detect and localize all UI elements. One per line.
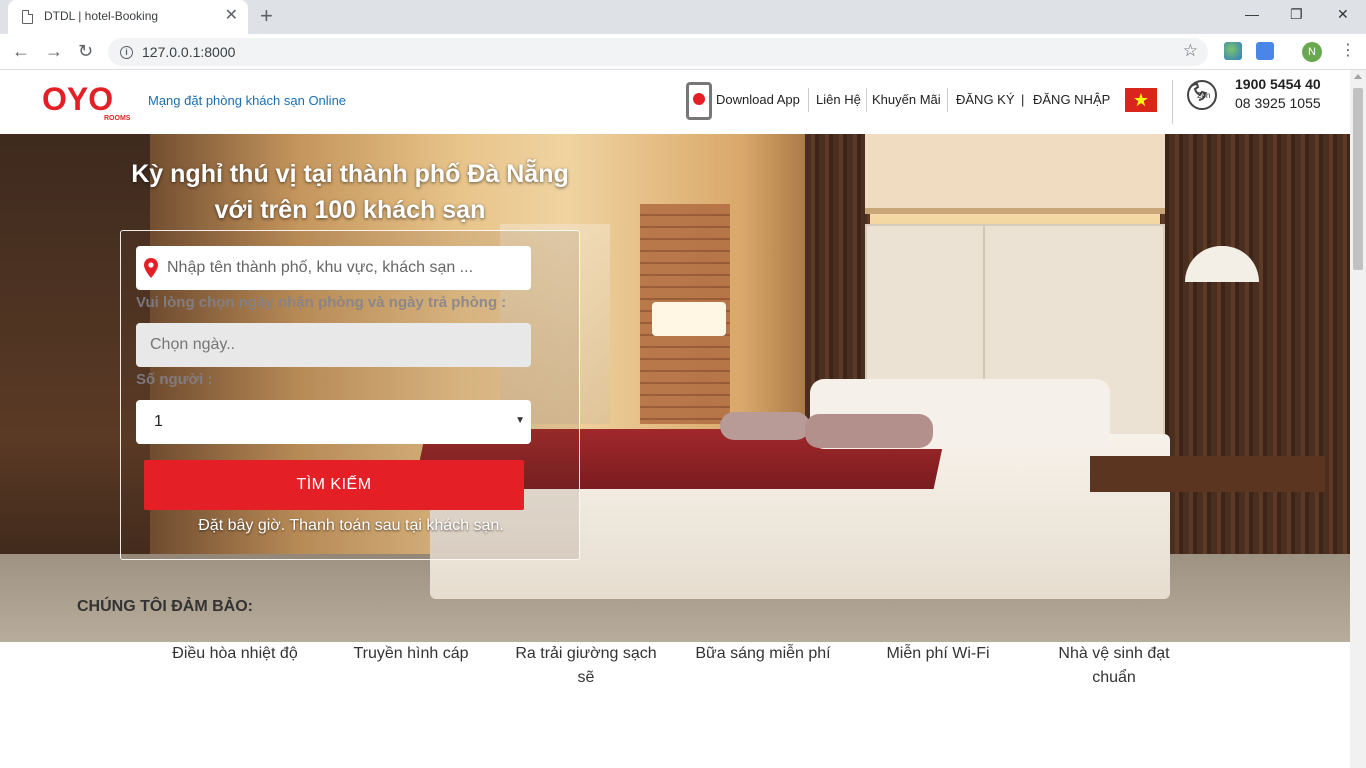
search-button[interactable]: TÌM KIẾM	[144, 460, 524, 510]
hotline-24h-icon: 24h	[1187, 80, 1217, 110]
restore-icon[interactable]: ❐	[1290, 6, 1303, 23]
page-icon	[22, 10, 33, 24]
oyo-logo[interactable]: OYO ROOMS	[42, 80, 138, 122]
hotline-secondary: 08 3925 1055	[1235, 95, 1321, 111]
guarantee-title: CHÚNG TÔI ĐẢM BẢO:	[77, 598, 253, 615]
url-text[interactable]: 127.0.0.1:8000	[142, 44, 235, 60]
hero-bg-pillow	[805, 414, 933, 448]
profile-avatar[interactable]: N	[1302, 42, 1322, 62]
bookmark-star-icon[interactable]: ☆	[1183, 41, 1198, 61]
auth-divider: |	[1021, 92, 1025, 107]
page-scrollbar[interactable]	[1350, 70, 1366, 768]
hotline-primary: 1900 5454 40	[1235, 76, 1321, 92]
scroll-up-arrow-icon[interactable]	[1354, 74, 1362, 79]
register-link[interactable]: ĐĂNG KÝ	[956, 92, 1015, 107]
map-pin-icon	[144, 258, 158, 278]
menu-kebab-icon[interactable]: ⋮	[1340, 40, 1356, 60]
amenity-item: Bữa sáng miễn phí	[695, 645, 831, 662]
caret-down-icon: ▼	[515, 415, 525, 426]
location-search-input[interactable]: Nhập tên thành phố, khu vực, khách sạn .…	[136, 246, 531, 290]
hero-title-line: Kỳ nghỉ thú vị tại thành phố Đà Nẵng	[131, 160, 569, 188]
mobile-phone-icon[interactable]	[686, 82, 712, 120]
tab-title: DTDL | hotel-Booking	[44, 9, 159, 23]
logo-text: OYO	[42, 81, 113, 117]
guests-value: 1	[154, 413, 163, 430]
site-tagline: Mạng đặt phòng khách sạn Online	[148, 93, 347, 108]
hero-bg-shelf	[865, 134, 1165, 214]
close-icon[interactable]: ✕	[225, 7, 238, 25]
amenity-item: Nhà vệ sinh đạt chuẩn	[1058, 645, 1170, 686]
hero-bg-floor-lamp	[652, 302, 726, 336]
nav-divider	[1172, 80, 1173, 124]
amenity-item: Truyền hình cáp	[353, 645, 469, 662]
back-arrow-icon[interactable]: ←	[12, 41, 30, 61]
nav-divider	[866, 88, 867, 112]
reload-icon[interactable]: ↻	[78, 41, 93, 61]
site-header: OYO ROOMS Mạng đặt phòng khách sạn Onlin…	[0, 70, 1350, 134]
amenity-item: Ra trải giường sạch sẽ	[515, 645, 657, 686]
translate-icon[interactable]	[1256, 42, 1274, 60]
hero-title: Kỳ nghỉ thú vị tại thành phố Đà Nẵng với…	[120, 156, 580, 228]
date-placeholder: Chọn ngày..	[150, 336, 236, 353]
amenity-item: Miễn phí Wi-Fi	[886, 645, 990, 662]
extension-globe-icon[interactable]	[1224, 42, 1242, 60]
info-icon[interactable]: i	[120, 46, 133, 59]
new-tab-icon[interactable]: +	[260, 4, 273, 28]
location-placeholder: Nhập tên thành phố, khu vực, khách sạn .…	[167, 259, 474, 276]
guests-label: Số người :	[136, 371, 213, 388]
svg-text:24h: 24h	[1197, 91, 1210, 100]
window-close-icon[interactable]: ✕	[1337, 6, 1349, 23]
browser-tabstrip: DTDL | hotel-Booking ✕ + — ❐ ✕	[0, 0, 1366, 34]
scrollbar-thumb[interactable]	[1353, 88, 1363, 270]
address-bar[interactable]: i 127.0.0.1:8000 ☆	[108, 38, 1208, 66]
search-panel: Nhập tên thành phố, khu vực, khách sạn .…	[120, 230, 580, 560]
guests-select[interactable]: 1 ▼	[136, 400, 531, 444]
pay-later-note: Đặt bây giờ. Thanh toán sau tại khách sạ…	[198, 517, 504, 534]
login-link[interactable]: ĐĂNG NHẬP	[1033, 92, 1110, 107]
browser-tab[interactable]: DTDL | hotel-Booking ✕	[8, 0, 248, 34]
date-picker-input[interactable]: Chọn ngày..	[136, 323, 531, 367]
date-label: Vui lòng chọn ngày nhận phòng và ngày tr…	[136, 294, 507, 311]
browser-toolbar: ← → ↻ i 127.0.0.1:8000 ☆	[0, 34, 1366, 70]
contact-link[interactable]: Liên Hệ	[816, 92, 861, 107]
nav-divider	[947, 88, 948, 112]
hero-bg-nightstand	[1090, 456, 1325, 492]
logo-sub: ROOMS	[104, 115, 131, 122]
web-page: OYO ROOMS Mạng đặt phòng khách sạn Onlin…	[0, 70, 1350, 768]
hero-bg-pillow	[720, 412, 810, 440]
download-app-link[interactable]: Download App	[716, 92, 800, 107]
promotions-link[interactable]: Khuyến Mãi	[872, 92, 941, 107]
forward-arrow-icon[interactable]: →	[45, 41, 63, 61]
hero-banner: Kỳ nghỉ thú vị tại thành phố Đà Nẵng với…	[0, 134, 1350, 642]
vietnam-flag-icon[interactable]: ★	[1125, 88, 1157, 112]
nav-divider	[808, 88, 809, 112]
hero-title-line: với trên 100 khách sạn	[214, 196, 486, 224]
amenity-item: Điều hòa nhiệt độ	[172, 645, 298, 662]
minimize-icon[interactable]: —	[1245, 6, 1259, 22]
